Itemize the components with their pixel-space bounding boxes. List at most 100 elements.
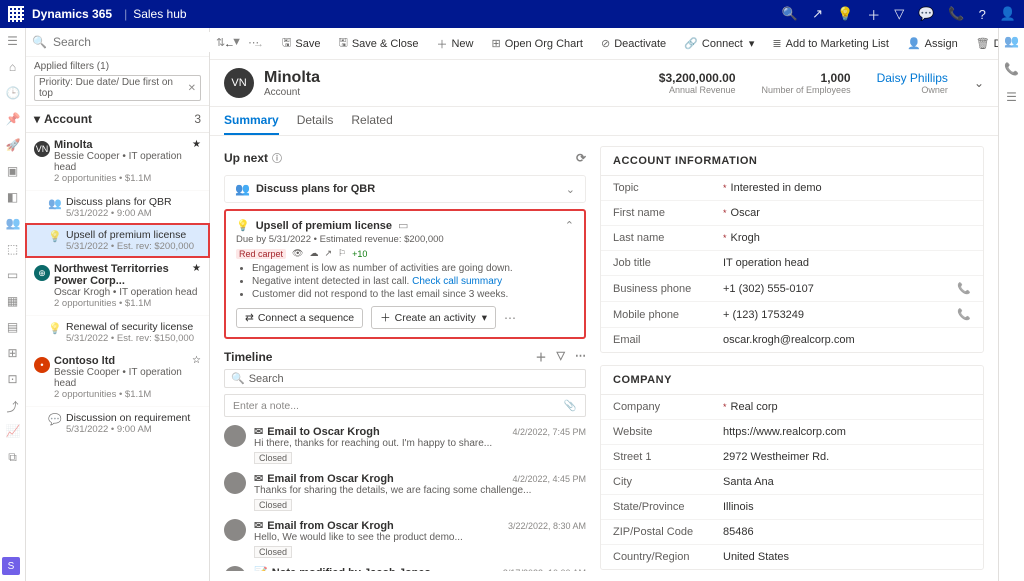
save-close-button[interactable]: 🖫Save & Close: [334, 32, 422, 55]
search-icon[interactable]: 🔍: [782, 6, 798, 22]
marketing-button[interactable]: ≣Add to Marketing List: [768, 35, 893, 52]
chat-icon[interactable]: 💬: [918, 6, 934, 22]
edit-icon[interactable]: ▭: [398, 219, 408, 232]
rail-icon[interactable]: ⧉: [6, 450, 20, 464]
field-value[interactable]: oscar.krogh@realcorp.com: [723, 334, 971, 346]
close-icon[interactable]: ✕: [188, 83, 196, 94]
field-value[interactable]: Oscar: [731, 207, 971, 219]
group-header[interactable]: ▾ Account 3: [26, 105, 209, 133]
tab-details[interactable]: Details: [297, 107, 334, 135]
upnext-item[interactable]: 👥 Discuss plans for QBR ⌄: [224, 175, 586, 203]
create-activity-button[interactable]: ＋Create an activity▾: [371, 306, 496, 329]
rail-clock-icon[interactable]: 🕒: [6, 86, 20, 100]
assign-button[interactable]: 👤Assign: [903, 35, 962, 52]
field-value[interactable]: IT operation head: [723, 257, 971, 269]
filter-icon[interactable]: ▽: [557, 349, 565, 365]
tab-summary[interactable]: Summary: [224, 107, 279, 135]
account-sub: Bessie Cooper • IT operation head: [54, 151, 201, 173]
timeline-item[interactable]: ✉Email to Oscar Krogh Hi there, thanks f…: [224, 425, 586, 464]
plus-icon[interactable]: ＋: [536, 349, 547, 365]
opp-item-upsell[interactable]: 💡 Upsell of premium license 5/31/2022 • …: [26, 224, 209, 257]
field-value[interactable]: Santa Ana: [723, 476, 971, 488]
task-icon[interactable]: ☰: [1006, 90, 1017, 104]
field-value[interactable]: https://www.realcorp.com: [723, 426, 971, 438]
rail-pin-icon[interactable]: 📌: [6, 112, 20, 126]
account-item-northwest[interactable]: ⊕ ★ Northwest Territorries Power Corp...…: [26, 257, 209, 316]
refresh-icon[interactable]: ⟳: [576, 151, 586, 165]
rail-home-icon[interactable]: ☰: [6, 34, 20, 48]
more-icon[interactable]: ⋯: [575, 349, 586, 365]
filter-icon[interactable]: ▼: [231, 36, 242, 48]
deactivate-button[interactable]: ⊘Deactivate: [597, 35, 670, 52]
rail-contacts-icon[interactable]: 👥: [6, 216, 20, 230]
rail-icon[interactable]: ▤: [6, 320, 20, 334]
app-launcher-icon[interactable]: [8, 6, 24, 22]
connect-button[interactable]: 🔗Connect▾: [680, 35, 758, 52]
field-value[interactable]: Interested in demo: [731, 182, 971, 194]
rail-chart-icon[interactable]: 📈: [6, 424, 20, 438]
phone-icon[interactable]: 📞: [1004, 62, 1019, 76]
chevron-down-icon[interactable]: ⌄: [974, 76, 984, 90]
rail-icon[interactable]: ▣: [6, 164, 20, 178]
field-value[interactable]: Real corp: [731, 401, 971, 413]
rail-icon[interactable]: ◧: [6, 190, 20, 204]
timeline-item[interactable]: 📝Note modified by Jacob Jones Need to di…: [224, 566, 586, 571]
attachment-icon[interactable]: 📎: [564, 399, 577, 412]
rail-icon[interactable]: ▦: [6, 294, 20, 308]
rail-rocket-icon[interactable]: 🚀: [6, 138, 20, 152]
account-item-contoso[interactable]: • ☆ Contoso ltd Bessie Cooper • IT opera…: [26, 349, 209, 407]
field-value[interactable]: +1 (302) 555-0107: [723, 283, 957, 295]
opp-item-discuss-qbr[interactable]: 👥 Discuss plans for QBR 5/31/2022 • 9:00…: [26, 191, 209, 224]
filter-icon[interactable]: ▽: [894, 6, 904, 22]
sort-icon[interactable]: ⇅: [216, 36, 225, 49]
timeline-search[interactable]: 🔍 Search: [224, 369, 586, 388]
rail-icon[interactable]: ⊞: [6, 346, 20, 360]
field-value[interactable]: 85486: [723, 526, 971, 538]
forward-button[interactable]: →: [249, 36, 268, 52]
check-summary-link[interactable]: Check call summary: [412, 276, 502, 287]
timeline-item[interactable]: ✉Email from Oscar Krogh Hello, We would …: [224, 519, 586, 558]
search-input[interactable]: [51, 32, 210, 52]
idea-icon[interactable]: 💡: [837, 6, 853, 22]
stat-owner[interactable]: Daisy Phillips: [877, 71, 948, 85]
save-button[interactable]: 🖫Save: [278, 32, 324, 55]
footer-badge[interactable]: S: [2, 557, 20, 575]
rail-icon[interactable]: ⤴: [6, 398, 20, 412]
org-chart-button[interactable]: ⊞Open Org Chart: [488, 35, 587, 52]
group-label: Account: [44, 112, 92, 126]
tab-related[interactable]: Related: [351, 107, 392, 135]
plus-icon[interactable]: ＋: [867, 5, 880, 24]
more-icon[interactable]: ⋯: [504, 311, 516, 325]
field-value[interactable]: 2972 Westheimer Rd.: [723, 451, 971, 463]
star-icon[interactable]: ★: [192, 139, 201, 150]
rail-home-icon[interactable]: ⌂: [6, 60, 20, 74]
star-icon[interactable]: ☆: [192, 355, 201, 366]
rail-icon[interactable]: ⬚: [6, 242, 20, 256]
chevron-up-icon[interactable]: ⌃: [565, 219, 574, 232]
connect-sequence-button[interactable]: ⇄Connect a sequence: [236, 308, 363, 328]
field-value[interactable]: Illinois: [723, 501, 971, 513]
opp-item-discussion[interactable]: 💬 Discussion on requirement 5/31/2022 • …: [26, 407, 209, 440]
note-input[interactable]: Enter a note... 📎: [224, 394, 586, 417]
field-value[interactable]: United States: [723, 551, 971, 563]
call-icon[interactable]: 📞: [957, 308, 971, 321]
field-value[interactable]: Krogh: [731, 232, 971, 244]
field-value[interactable]: + (123) 1753249: [723, 309, 957, 321]
teams-icon[interactable]: 👥: [1004, 34, 1019, 48]
info-icon[interactable]: ⓘ: [272, 150, 282, 165]
filter-chip[interactable]: Priority: Due date/ Due first on top ✕: [34, 75, 201, 101]
rail-icon[interactable]: ▭: [6, 268, 20, 282]
account-item-minolta[interactable]: VN ★ Minolta Bessie Cooper • IT operatio…: [26, 133, 209, 191]
delete-button[interactable]: 🗑Delete: [972, 35, 998, 52]
call-icon[interactable]: 📞: [957, 282, 971, 295]
rail-icon[interactable]: ⊡: [6, 372, 20, 386]
timeline-item[interactable]: ✉Email from Oscar Krogh Thanks for shari…: [224, 472, 586, 511]
new-button[interactable]: ＋New: [432, 34, 477, 54]
help-icon[interactable]: ?: [979, 7, 986, 22]
opp-item-renewal[interactable]: 💡 Renewal of security license 5/31/2022 …: [26, 316, 209, 349]
external-icon[interactable]: ↗: [812, 6, 823, 22]
avatar-icon[interactable]: 👤: [1000, 6, 1016, 22]
star-icon[interactable]: ★: [192, 263, 201, 274]
phone-icon[interactable]: 📞: [948, 6, 964, 22]
chevron-down-icon[interactable]: ⌄: [566, 183, 575, 196]
